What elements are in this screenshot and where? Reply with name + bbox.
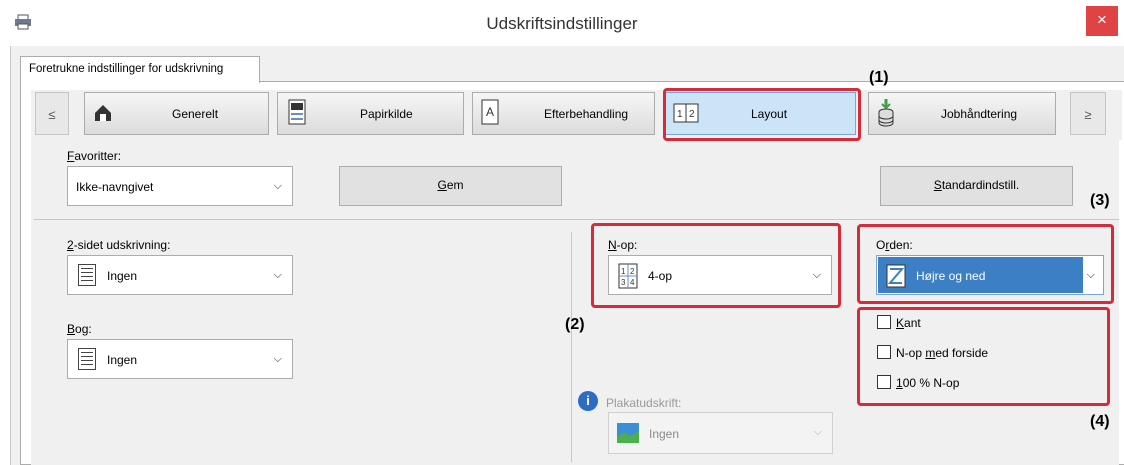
highlight-nup [591,223,841,308]
tab-efterbehandling[interactable]: A Efterbehandling [472,92,655,135]
chevron-down-icon: ⌵ [813,426,822,438]
chevron-down-icon: ⌵ [273,180,282,192]
tab-preferences[interactable]: Foretrukne indstillinger for udskrivning [20,56,260,83]
book-value: Ingen [107,353,138,367]
info-icon[interactable]: i [578,391,598,411]
tab-generelt[interactable]: Generelt [84,92,269,135]
poster-value: Ingen [649,427,680,441]
job-handling-icon [877,99,895,130]
vertical-divider [571,232,572,462]
divider [34,219,1119,220]
poster-label: Plakatudskrift: [606,396,682,410]
duplex-label: 2-sidet udskrivning: [67,238,171,252]
nav-prev-button[interactable]: ≤ [35,92,69,135]
highlight-checkboxes [857,307,1110,406]
callout-2: (2) [565,316,585,333]
tab-generelt-label: Generelt [172,107,219,121]
nav-next-button[interactable]: ≥ [1070,92,1106,135]
home-icon [93,103,113,126]
favorites-label: Favoritter: [67,149,122,163]
save-button[interactable]: Gem [339,166,562,206]
finishing-icon: A [479,99,501,128]
close-button[interactable]: × [1086,6,1118,36]
document-icon [78,348,96,370]
duplex-dropdown[interactable]: Ingen ⌵ [67,255,293,295]
highlight-layout [663,88,861,141]
document-icon [78,264,96,286]
callout-1: (1) [869,69,889,86]
svg-text:A: A [486,105,494,119]
tab-papirkilde[interactable]: Papirkilde [277,92,464,135]
tab-efterbehandling-label: Efterbehandling [544,107,629,121]
paper-source-icon [287,99,307,128]
defaults-button[interactable]: Standardindstill. [880,166,1073,206]
callout-3: (3) [1090,192,1110,209]
window-title: Udskriftsindstillinger [486,14,638,33]
book-label: Bog: [67,322,92,336]
poster-dropdown[interactable]: Ingen ⌵ [608,412,833,454]
callout-4: (4) [1090,413,1110,430]
tab-jobhandtering-label: Jobhåndtering [941,107,1018,121]
poster-image-icon [617,423,639,446]
duplex-value: Ingen [107,269,138,283]
highlight-order [857,224,1114,304]
chevron-down-icon: ⌵ [273,269,282,281]
chevron-down-icon: ⌵ [273,353,282,365]
favorites-value: Ikke-navngivet [76,180,154,194]
tab-jobhandtering[interactable]: Jobhåndtering [868,92,1056,135]
favorites-dropdown[interactable]: Ikke-navngivet ⌵ [67,166,293,206]
book-dropdown[interactable]: Ingen ⌵ [67,339,293,379]
tab-papirkilde-label: Papirkilde [360,107,413,121]
